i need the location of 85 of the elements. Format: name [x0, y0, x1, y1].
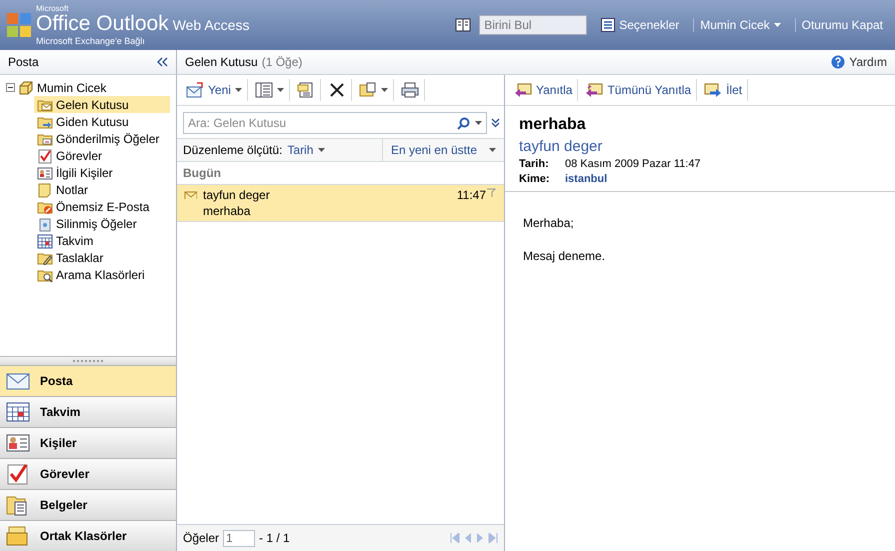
item-count: (1 Öğe) — [262, 55, 302, 69]
folder-item[interactable]: İlgili Kişiler — [34, 164, 170, 181]
move-to-folder-icon — [296, 82, 315, 98]
folder-item[interactable]: Taslaklar — [34, 249, 170, 266]
dropdown-caret-icon — [318, 148, 326, 152]
delete-icon — [328, 82, 346, 98]
reply-icon — [514, 82, 532, 98]
resize-handle[interactable] — [73, 360, 103, 362]
nav-button[interactable]: Takvim — [0, 396, 176, 427]
folder-item[interactable]: Takvim — [34, 232, 170, 249]
folder-item[interactable]: Notlar — [34, 181, 170, 198]
contact-card-icon — [6, 432, 30, 454]
date-label: Tarih: — [519, 158, 550, 170]
forward-icon — [704, 82, 722, 98]
toolbar-button[interactable]: Yeni — [181, 79, 248, 101]
clipboard-check-icon — [37, 148, 53, 164]
dropdown-caret-icon — [475, 121, 482, 125]
message-date: 08 Kasım 2009 Pazar 11:47 — [565, 158, 701, 170]
folder-item[interactable]: Görevler — [34, 147, 170, 164]
nav-button[interactable]: Belgeler — [0, 489, 176, 520]
print-icon — [400, 82, 419, 98]
folder-item[interactable]: Silinmiş Öğeler — [34, 215, 170, 232]
nav-button[interactable]: Ortak Klasörler — [0, 520, 176, 551]
folder-item[interactable]: Önemsiz E-Posta — [34, 198, 170, 215]
help-link[interactable]: Yardım — [831, 55, 887, 69]
reply-all-icon — [585, 82, 604, 98]
calendar-icon — [6, 401, 30, 423]
collapse-toggle-icon[interactable] — [6, 83, 15, 92]
folder-item[interactable]: Giden Kutusu — [34, 113, 170, 130]
tree-item[interactable]: Mumin Cicek — [37, 80, 106, 94]
options-list-icon — [601, 18, 616, 32]
contact-card-icon — [37, 164, 53, 180]
trash-icon — [37, 216, 53, 232]
folder-item[interactable]: Gelen Kutusu — [34, 96, 170, 113]
find-person-field[interactable]: Birini Bul — [479, 15, 588, 35]
reading-pane-icon — [254, 82, 273, 98]
toolbar-button[interactable]: Yanıtla — [509, 79, 578, 101]
search-field[interactable]: Ara: Gelen Kutusu — [183, 112, 487, 134]
folders-icon — [6, 525, 30, 547]
recipient-link[interactable]: istanbul — [565, 173, 608, 185]
connection-status: Microsoft Exchange'e Bağlı — [36, 36, 146, 46]
items-label: Öğeler — [183, 531, 220, 545]
message-sender: tayfun deger — [519, 138, 604, 155]
dropdown-caret-icon — [774, 23, 781, 27]
recipient-label: Kime: — [519, 173, 551, 185]
calendar-icon — [37, 232, 53, 248]
toolbar-button[interactable]: Tümünü Yanıtla — [580, 79, 698, 101]
search-icon — [457, 116, 470, 130]
mailbox-icon — [18, 80, 34, 96]
note-icon — [37, 182, 53, 198]
sort-field-menu[interactable]: Tarih — [287, 143, 314, 157]
message-body-text: Mesaj deneme. — [523, 249, 606, 263]
nav-button[interactable]: Posta — [0, 365, 176, 396]
dropdown-caret-icon — [380, 88, 388, 92]
page-field[interactable]: 1 — [223, 530, 256, 546]
nav-button[interactable]: Görevler — [0, 458, 176, 489]
new-message-icon — [186, 82, 204, 98]
address-book-icon[interactable] — [455, 18, 472, 32]
brand-suffix: Web Access — [172, 18, 250, 32]
folder-title: Gelen Kutusu — [185, 55, 258, 69]
brand-small-text: Microsoft — [36, 4, 70, 12]
sidebar-title: Posta — [8, 55, 39, 69]
nav-button[interactable]: Kişiler — [0, 427, 176, 458]
sort-label: Düzenleme ölçütü: — [183, 143, 282, 157]
message-subject: merhaba — [203, 204, 252, 218]
message-row[interactable]: tayfun deger 11:47 merhaba — [177, 185, 504, 222]
dropdown-caret-icon — [276, 88, 284, 92]
expand-icon[interactable] — [491, 118, 500, 128]
message-body-text: Merhaba; — [523, 216, 575, 230]
message-time: 11:47 — [456, 188, 486, 202]
clipboard-check-icon — [6, 463, 30, 485]
message-subject: merhaba — [519, 116, 587, 134]
folder-item[interactable]: Gönderilmiş Öğeler — [34, 130, 170, 147]
page-range: - 1 / 1 — [259, 531, 290, 545]
toolbar-button[interactable]: İlet — [699, 79, 748, 101]
dropdown-caret-icon — [234, 88, 242, 92]
dropdown-caret-icon — [489, 148, 496, 152]
help-icon — [831, 55, 846, 69]
collapse-icon[interactable] — [156, 57, 168, 67]
brand-title: Office Outlook — [36, 12, 169, 34]
folder-item[interactable]: Arama Klasörleri — [34, 266, 170, 283]
office-logo-icon — [6, 12, 32, 38]
copy-to-folder-icon — [358, 82, 377, 98]
sort-order-menu[interactable]: En yeni en üstte — [390, 143, 477, 157]
message-sender: tayfun deger — [203, 188, 271, 202]
